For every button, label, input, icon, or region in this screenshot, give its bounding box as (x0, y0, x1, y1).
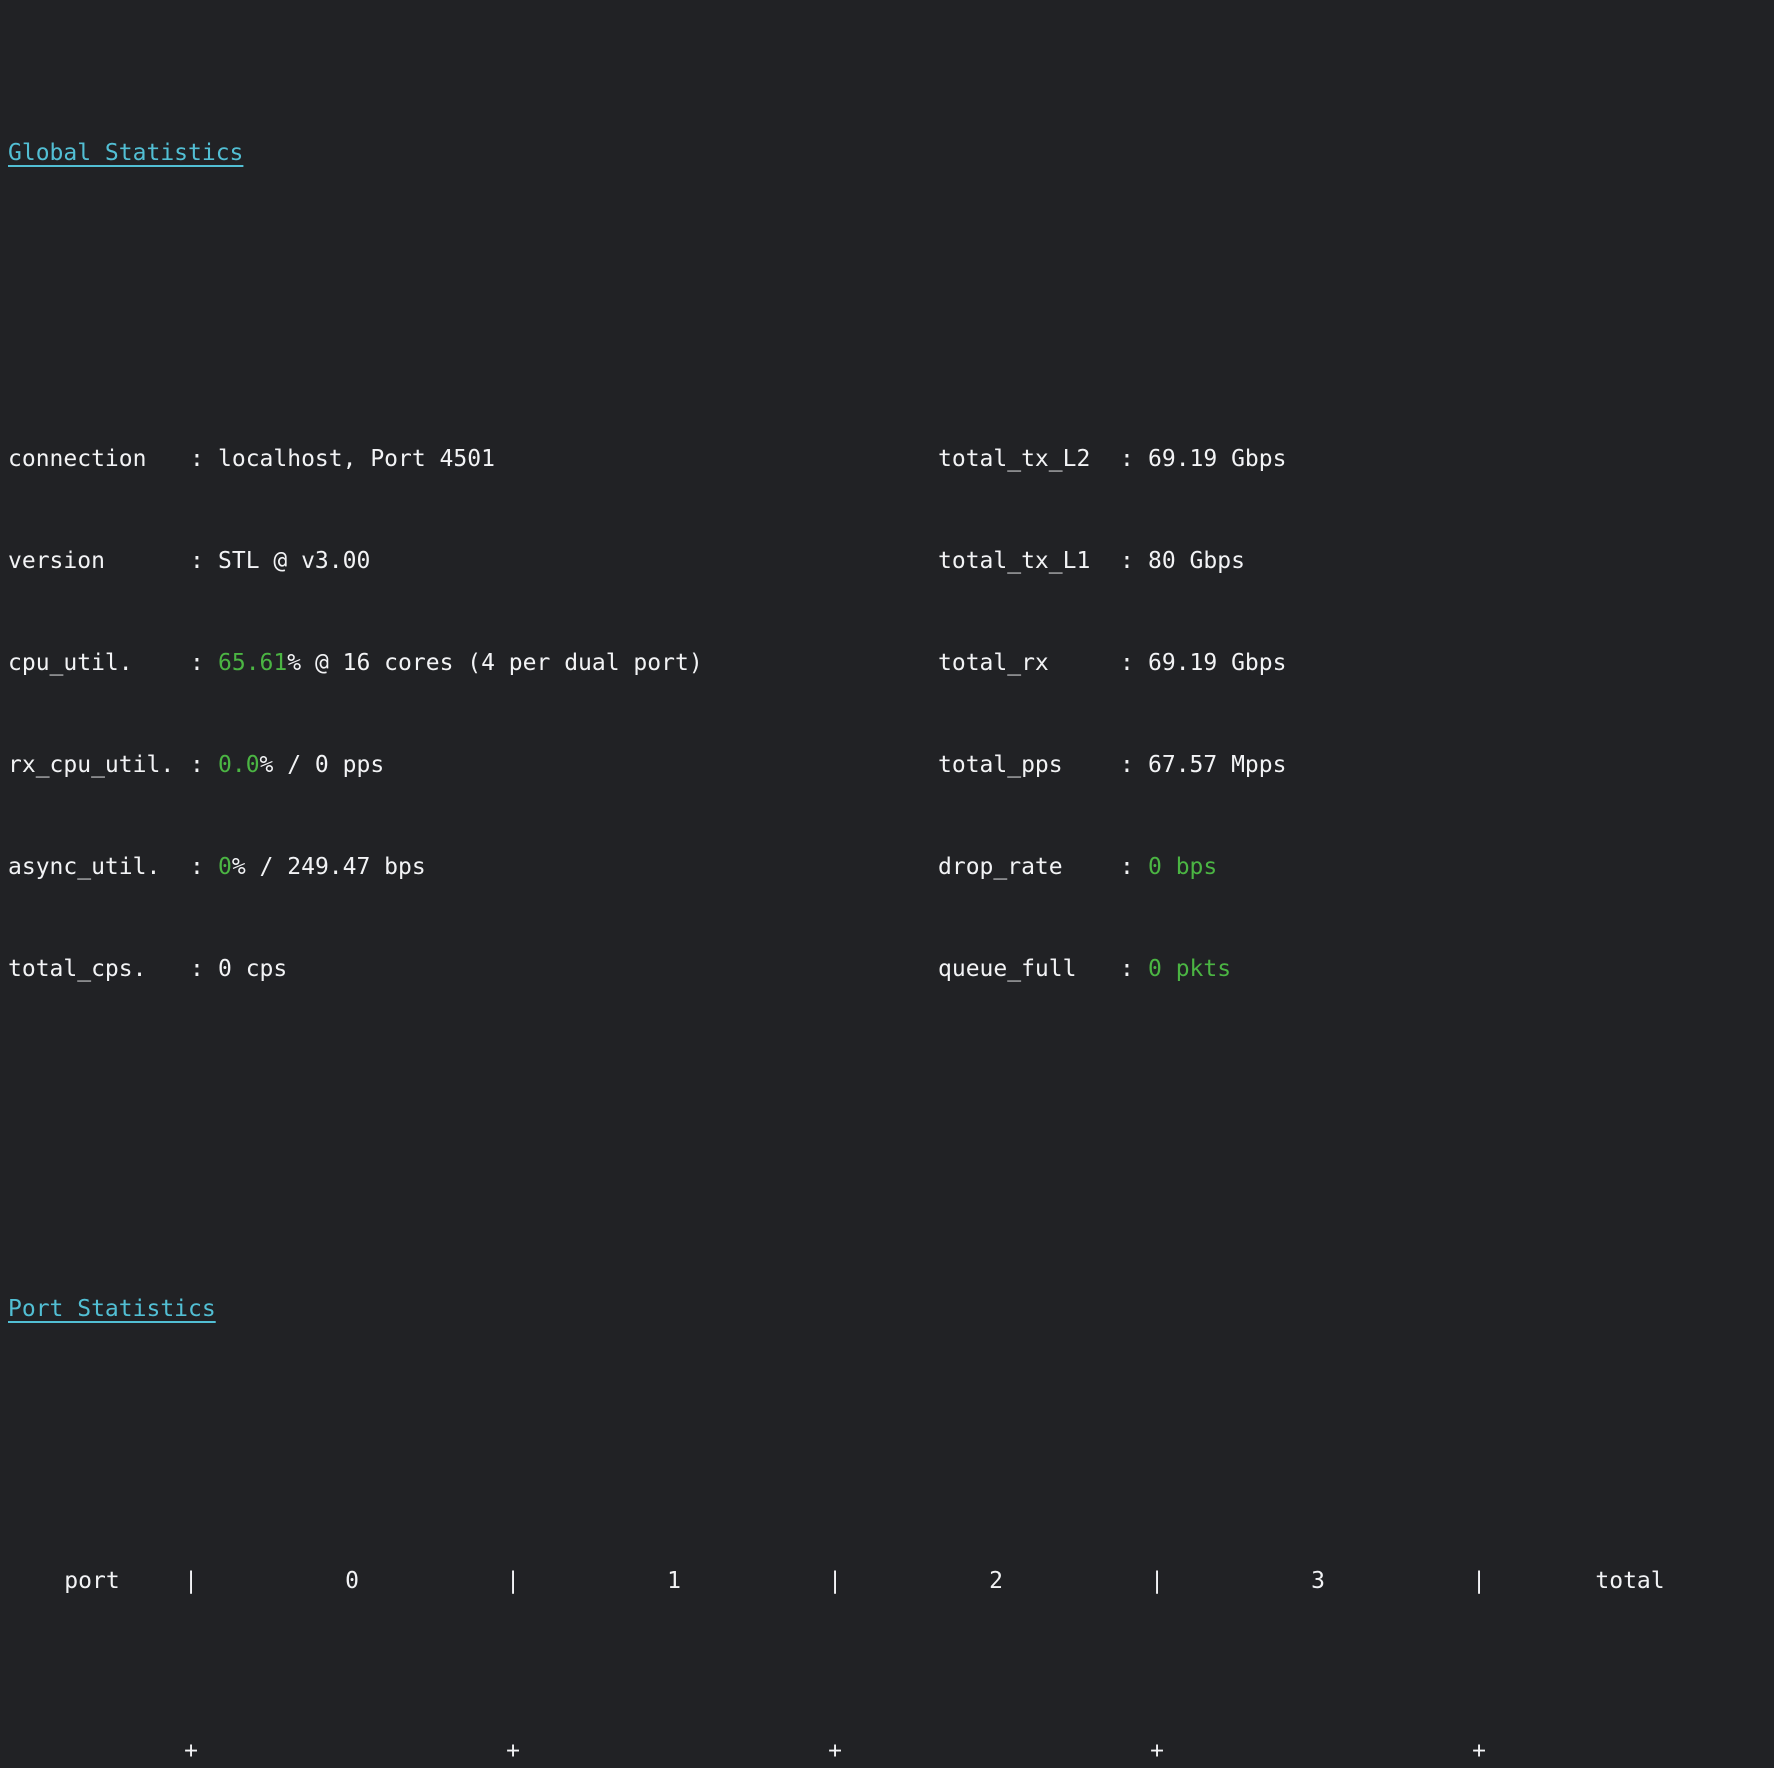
stat-value-green: 0.0 (218, 748, 260, 782)
colon: : (190, 646, 218, 680)
column-divider: | (1150, 1564, 1164, 1598)
global-stats-title: Global Statistics (8, 136, 243, 170)
column-divider: | (506, 1564, 520, 1598)
colon: : (190, 850, 218, 884)
stat-row-queue-full: queue_full:0 pkts (938, 952, 1231, 986)
stat-value-green: 0 bps (1148, 850, 1217, 884)
stat-label: total_cps. (8, 952, 190, 986)
stat-row-connection: connection:localhost, Port 4501 total_tx… (0, 442, 1774, 476)
stat-value: 67.57 Mpps (1148, 748, 1286, 782)
stat-value: 80 Gbps (1148, 544, 1245, 578)
stat-row-cpu-util: cpu_util.:65.61% @ 16 cores (4 per dual … (0, 646, 1774, 680)
blank-line (0, 272, 1774, 306)
stat-value: 0 cps (218, 952, 287, 986)
stat-label: queue_full (938, 952, 1120, 986)
stat-row-drop-rate: drop_rate:0 bps (938, 850, 1217, 884)
blank-line (0, 1394, 1774, 1428)
stat-row-total-tx-l1: total_tx_L1:80 Gbps (938, 544, 1245, 578)
column-divider: | (184, 1564, 198, 1598)
colon: : (1120, 442, 1148, 476)
stat-label: total_tx_L2 (938, 442, 1120, 476)
colon: : (1120, 748, 1148, 782)
table-header-row: port|0|1|2|3|total (0, 1564, 1774, 1598)
stat-label: async_util. (8, 850, 190, 884)
stat-value-green: 0 pkts (1148, 952, 1231, 986)
colon: : (190, 544, 218, 578)
stat-row-rx-cpu-util: rx_cpu_util.:0.0% / 0 pps total_pps:67.5… (0, 748, 1774, 782)
stat-row-version: version:STL @ v3.00 total_tx_L1:80 Gbps (0, 544, 1774, 578)
colon: : (1120, 544, 1148, 578)
stat-value: % / 249.47 bps (232, 850, 426, 884)
column-header-2: 2 (842, 1564, 1150, 1598)
column-header-3: 3 (1164, 1564, 1472, 1598)
stat-value-green: 0 (218, 850, 232, 884)
column-header-0: 0 (198, 1564, 506, 1598)
separator-plus: + (1150, 1734, 1164, 1768)
stat-value: 69.19 Gbps (1148, 442, 1286, 476)
stat-label: total_tx_L1 (938, 544, 1120, 578)
table-separator-row: + + + + + (0, 1734, 1774, 1768)
column-divider: | (828, 1564, 842, 1598)
stat-label: total_rx (938, 646, 1120, 680)
separator-plus: + (828, 1734, 842, 1768)
global-stats-header: Global Statistics (0, 136, 1774, 170)
port-stats-title: Port Statistics (8, 1292, 216, 1326)
stat-row-total-cps: total_cps.:0 cps queue_full:0 pkts (0, 952, 1774, 986)
stat-label: drop_rate (938, 850, 1120, 884)
stat-value: 69.19 Gbps (1148, 646, 1286, 680)
stat-label: connection (8, 442, 190, 476)
stat-value: % / 0 pps (260, 748, 385, 782)
port-stats-header: Port Statistics (0, 1292, 1774, 1326)
stat-label: version (8, 544, 190, 578)
colon: : (1120, 646, 1148, 680)
stat-value: localhost, Port 4501 (218, 442, 495, 476)
stat-label: total_pps (938, 748, 1120, 782)
colon: : (190, 748, 218, 782)
blank-line (0, 1122, 1774, 1156)
colon: : (190, 952, 218, 986)
separator-plus: + (184, 1734, 198, 1768)
stat-label: cpu_util. (8, 646, 190, 680)
column-divider: | (1472, 1564, 1486, 1598)
column-header-total: total (1486, 1564, 1774, 1598)
stat-value: STL @ v3.00 (218, 544, 370, 578)
colon: : (1120, 850, 1148, 884)
colon: : (190, 442, 218, 476)
separator-plus: + (1472, 1734, 1486, 1768)
column-header-port: port (0, 1564, 184, 1598)
stat-value-green: 65.61 (218, 646, 287, 680)
stat-label: rx_cpu_util. (8, 748, 190, 782)
stat-row-total-tx-l2: total_tx_L2:69.19 Gbps (938, 442, 1286, 476)
column-header-1: 1 (520, 1564, 828, 1598)
stat-value: % @ 16 cores (4 per dual port) (287, 646, 702, 680)
stat-row-total-pps: total_pps:67.57 Mpps (938, 748, 1286, 782)
stat-row-total-rx: total_rx:69.19 Gbps (938, 646, 1286, 680)
colon: : (1120, 952, 1148, 986)
stat-row-async-util: async_util.:0% / 249.47 bps drop_rate:0 … (0, 850, 1774, 884)
terminal-screen: Global Statistics connection:localhost, … (0, 0, 1774, 884)
separator-plus: + (506, 1734, 520, 1768)
